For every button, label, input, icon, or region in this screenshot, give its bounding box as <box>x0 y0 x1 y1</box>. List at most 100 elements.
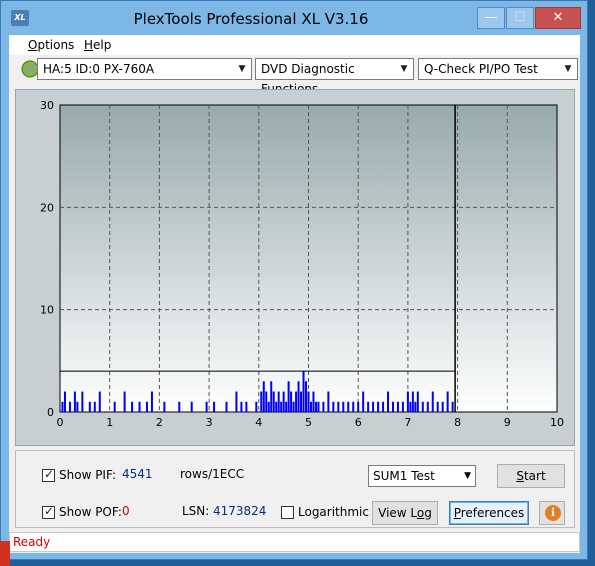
menu-help-mnemonic: H <box>84 38 94 52</box>
bar <box>73 391 76 412</box>
bar <box>76 401 79 412</box>
drive-select[interactable]: HA:5 ID:0 PX-760A ▼ <box>37 58 252 80</box>
x-tick-label: 9 <box>504 416 511 429</box>
preferences-label: references <box>460 506 525 520</box>
bar <box>255 401 258 412</box>
bar <box>63 391 66 412</box>
app-window: XL PlexTools Professional XL V3.16 — ☐ ✕… <box>0 0 588 560</box>
chevron-down-icon: ▼ <box>464 471 471 481</box>
info-button[interactable]: i <box>539 501 565 525</box>
bar <box>113 401 116 412</box>
bar <box>441 401 444 412</box>
bar <box>262 381 265 412</box>
bar <box>414 401 417 412</box>
logarithmic-checkbox[interactable] <box>281 506 294 519</box>
bar <box>275 401 278 412</box>
x-tick-label: 5 <box>305 416 312 429</box>
bar <box>436 401 439 412</box>
y-axis-ticks: 0 10 20 30 <box>40 99 54 419</box>
menu-options[interactable]: Options <box>28 38 74 52</box>
bar <box>123 391 126 412</box>
bar <box>81 391 84 412</box>
bar <box>307 391 310 412</box>
bar <box>285 401 288 412</box>
bar <box>396 401 399 412</box>
show-pif-checkbox[interactable] <box>42 467 55 482</box>
close-button[interactable]: ✕ <box>535 7 581 29</box>
pif-value: 4541 <box>122 467 153 481</box>
function-select[interactable]: DVD Diagnostic Functions ▼ <box>255 58 414 96</box>
bar <box>240 401 243 412</box>
sum-test-value: SUM1 Test <box>373 469 435 483</box>
bar <box>270 381 273 412</box>
bar <box>235 391 238 412</box>
bar <box>88 401 91 412</box>
bar <box>387 391 390 412</box>
bar <box>300 391 303 412</box>
bar <box>401 401 404 412</box>
preferences-button[interactable]: Preferences <box>449 501 529 525</box>
bar <box>309 401 312 412</box>
bar <box>302 371 305 412</box>
pof-value: 0 <box>122 504 130 518</box>
bar <box>150 391 153 412</box>
x-tick-label: 2 <box>156 416 163 429</box>
bar <box>163 401 166 412</box>
minimize-button[interactable]: — <box>477 7 505 29</box>
view-log-label-end: g <box>424 506 432 520</box>
status-bar: Ready <box>9 532 580 552</box>
bar <box>260 391 263 412</box>
bar <box>277 391 280 412</box>
sum-test-select[interactable]: SUM1 Test ▼ <box>368 465 476 487</box>
bar <box>367 401 370 412</box>
bar <box>295 391 298 412</box>
x-tick-label: 8 <box>454 416 461 429</box>
pipo-chart: 0 1 2 3 4 5 6 7 8 9 10 0 10 20 30 <box>40 99 565 429</box>
bar <box>342 401 345 412</box>
client-area: Options Help HA:5 ID:0 PX-760A ▼ DVD Dia… <box>9 35 580 553</box>
bar <box>190 401 193 412</box>
x-axis-ticks: 0 1 2 3 4 5 6 7 8 9 10 <box>57 416 565 429</box>
bar <box>451 401 454 412</box>
y-tick-label: 0 <box>47 406 54 419</box>
bar <box>352 401 355 412</box>
bar <box>213 401 216 412</box>
start-mnemonic: S <box>516 469 524 483</box>
x-tick-label: 6 <box>355 416 362 429</box>
show-pif-label: Show PIF: <box>59 468 116 482</box>
bar <box>272 391 275 412</box>
bar <box>225 401 228 412</box>
bar <box>416 391 419 412</box>
bar <box>98 391 101 412</box>
bar <box>317 401 320 412</box>
logarithmic-label: Logarithmic <box>298 505 369 519</box>
test-select[interactable]: Q-Check PI/PO Test ▼ <box>418 58 578 80</box>
bar <box>377 401 380 412</box>
options-panel: Show PIF: 4541 rows/1ECC SUM1 Test ▼ Sta… <box>15 450 575 528</box>
lsn-label: LSN: <box>182 504 210 518</box>
start-label: tart <box>523 469 546 483</box>
view-log-button[interactable]: View Log <box>372 501 438 525</box>
show-pof-checkbox[interactable] <box>42 504 55 519</box>
start-button[interactable]: Start <box>497 464 565 488</box>
bar <box>409 401 412 412</box>
menu-help-label: elp <box>93 38 112 52</box>
maximize-button[interactable]: ☐ <box>506 7 534 29</box>
bar <box>357 401 360 412</box>
bar <box>68 401 71 412</box>
bar <box>245 401 248 412</box>
bar <box>431 391 434 412</box>
window-title: PlexTools Professional XL V3.16 <box>133 10 369 28</box>
title-bar[interactable]: XL PlexTools Professional XL V3.16 — ☐ ✕ <box>1 1 587 35</box>
view-log-label: View L <box>378 506 417 520</box>
x-tick-label: 1 <box>106 416 113 429</box>
bar <box>287 381 290 412</box>
pif-unit: rows/1ECC <box>180 467 245 481</box>
menu-help[interactable]: Help <box>84 38 111 52</box>
preferences-mnemonic: P <box>453 506 461 520</box>
menu-options-label: ptions <box>37 38 75 52</box>
bar <box>145 401 148 412</box>
bar <box>347 401 350 412</box>
bar <box>138 401 141 412</box>
bar <box>327 391 330 412</box>
